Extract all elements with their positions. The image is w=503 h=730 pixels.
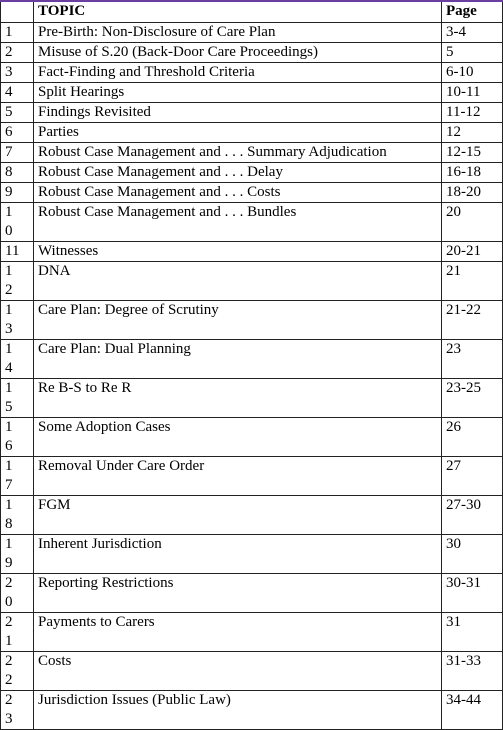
row-page-cell: 26 — [441, 417, 503, 457]
row-page-cell: 21 — [441, 261, 503, 301]
row-number-cell: 1 — [0, 22, 34, 43]
row-topic-cell: Re B-S to Re R — [33, 378, 442, 418]
row-number-cell: 12 — [0, 261, 34, 301]
row-number-cell: 15 — [0, 378, 34, 418]
table-row: 2 3 Jurisdiction Issues (Public Law) 34-44 — [0, 690, 503, 730]
row-topic-cell: Misuse of S.20 (Back-Door Care Proceedin… — [33, 42, 442, 63]
row-number-cell: 13 — [0, 300, 34, 340]
row-topic-cell: Jurisdiction Issues (Public Law) — [33, 690, 442, 730]
row-topic-cell: Robust Case Management and . . . Delay — [33, 162, 442, 183]
table-row: 4 Split Hearings 10-11 — [0, 82, 503, 103]
header-row: TOPIC Page — [0, 0, 503, 23]
table-row: 1 0 Robust Case Management and . . . Bundl… — [0, 202, 503, 242]
row-page-cell: 21-22 — [441, 300, 503, 340]
table-row: 6 Parties 12 — [0, 122, 503, 143]
row-page-cell: 31-33 — [441, 651, 503, 691]
row-topic-cell: Fact-Finding and Threshold Criteria — [33, 62, 442, 83]
row-topic-cell: Pre-Birth: Non-Disclosure of Care Plan — [33, 22, 442, 43]
row-page-cell: 23-25 — [441, 378, 503, 418]
table-row: 2 0 Reporting Restrictions 30-31 — [0, 573, 503, 613]
table-row: 1 Pre-Birth: Non-Disclosure of Care Plan 3… — [0, 22, 503, 43]
row-topic-cell: Robust Case Management and . . . Costs — [33, 182, 442, 203]
table-row: 2 2 Costs 31-33 — [0, 651, 503, 691]
row-page-cell: 11-12 — [441, 102, 503, 123]
row-page-cell: 34-44 — [441, 690, 503, 730]
row-page-cell: 20 — [441, 202, 503, 242]
row-page-cell: 16-18 — [441, 162, 503, 183]
row-number-cell: 6 — [0, 122, 34, 143]
row-number-cell: 8 — [0, 162, 34, 183]
row-number-cell: 5 — [0, 102, 34, 123]
row-topic-cell: Parties — [33, 122, 442, 143]
table-row: 8 Robust Case Management and . . . Delay 1… — [0, 162, 503, 183]
row-number-cell: 19 — [0, 534, 34, 574]
row-topic-cell: Witnesses — [33, 241, 442, 262]
row-topic-cell: Care Plan: Degree of Scrutiny — [33, 300, 442, 340]
table-row: 1 8 FGM 27-30 — [0, 495, 503, 535]
row-number-cell: 14 — [0, 339, 34, 379]
table-row: 1 5 Re B-S to Re R 23-25 — [0, 378, 503, 418]
table-row: 9 Robust Case Management and . . . Costs 1… — [0, 182, 503, 203]
row-number-cell: 7 — [0, 142, 34, 163]
row-topic-cell: Split Hearings — [33, 82, 442, 103]
table-of-contents: TOPIC Page 1 Pre-Birth: Non-Disclosure of… — [0, 0, 503, 730]
row-number-cell: 3 — [0, 62, 34, 83]
row-page-cell: 30-31 — [441, 573, 503, 613]
row-number-cell: 21 — [0, 612, 34, 652]
table-row: 1 3 Care Plan: Degree of Scrutiny 21-22 — [0, 300, 503, 340]
row-page-cell: 6-10 — [441, 62, 503, 83]
header-page-cell: Page — [441, 0, 503, 23]
row-number-cell: 17 — [0, 456, 34, 496]
row-page-cell: 3-4 — [441, 22, 503, 43]
row-page-cell: 12 — [441, 122, 503, 143]
header-number-cell — [0, 0, 34, 23]
row-number-cell: 11 — [0, 241, 34, 262]
row-topic-cell: Findings Revisited — [33, 102, 442, 123]
row-page-cell: 27-30 — [441, 495, 503, 535]
row-topic-cell: FGM — [33, 495, 442, 535]
row-page-cell: 18-20 — [441, 182, 503, 203]
row-page-cell: 23 — [441, 339, 503, 379]
row-number-cell: 4 — [0, 82, 34, 103]
row-page-cell: 20-21 — [441, 241, 503, 262]
row-number-cell: 2 — [0, 42, 34, 63]
row-topic-cell: Some Adoption Cases — [33, 417, 442, 457]
row-topic-cell: Payments to Carers — [33, 612, 442, 652]
row-number-cell: 10 — [0, 202, 34, 242]
table-row: 1 4 Care Plan: Dual Planning 23 — [0, 339, 503, 379]
row-topic-cell: Removal Under Care Order — [33, 456, 442, 496]
table-row: 11 Witnesses 20-21 — [0, 241, 503, 262]
row-topic-cell: Robust Case Management and . . . Summary… — [33, 142, 442, 163]
row-page-cell: 31 — [441, 612, 503, 652]
header-topic-cell: TOPIC — [33, 0, 442, 23]
table-row: 5 Findings Revisited 11-12 — [0, 102, 503, 123]
row-topic-cell: DNA — [33, 261, 442, 301]
row-page-cell: 27 — [441, 456, 503, 496]
toc-body: TOPIC Page 1 Pre-Birth: Non-Disclosure of… — [0, 0, 503, 730]
row-number-cell: 23 — [0, 690, 34, 730]
row-topic-cell: Care Plan: Dual Planning — [33, 339, 442, 379]
row-topic-cell: Inherent Jurisdiction — [33, 534, 442, 574]
row-number-cell: 22 — [0, 651, 34, 691]
table-row: 2 Misuse of S.20 (Back-Door Care Proceedi… — [0, 42, 503, 63]
row-number-cell: 18 — [0, 495, 34, 535]
table-row: 1 7 Removal Under Care Order 27 — [0, 456, 503, 496]
row-page-cell: 10-11 — [441, 82, 503, 103]
row-number-cell: 16 — [0, 417, 34, 457]
row-page-cell: 5 — [441, 42, 503, 63]
table-row: 7 Robust Case Management and . . . Summar… — [0, 142, 503, 163]
table-row: 1 9 Inherent Jurisdiction 30 — [0, 534, 503, 574]
row-topic-cell: Reporting Restrictions — [33, 573, 442, 613]
row-topic-cell: Costs — [33, 651, 442, 691]
row-number-cell: 9 — [0, 182, 34, 203]
row-page-cell: 30 — [441, 534, 503, 574]
row-page-cell: 12-15 — [441, 142, 503, 163]
table-row: 1 2 DNA 21 — [0, 261, 503, 301]
row-topic-cell: Robust Case Management and . . . Bundles — [33, 202, 442, 242]
table-row: 1 6 Some Adoption Cases 26 — [0, 417, 503, 457]
table-row: 3 Fact-Finding and Threshold Criteria 6-10 — [0, 62, 503, 83]
table-row: 2 1 Payments to Carers 31 — [0, 612, 503, 652]
row-number-cell: 20 — [0, 573, 34, 613]
